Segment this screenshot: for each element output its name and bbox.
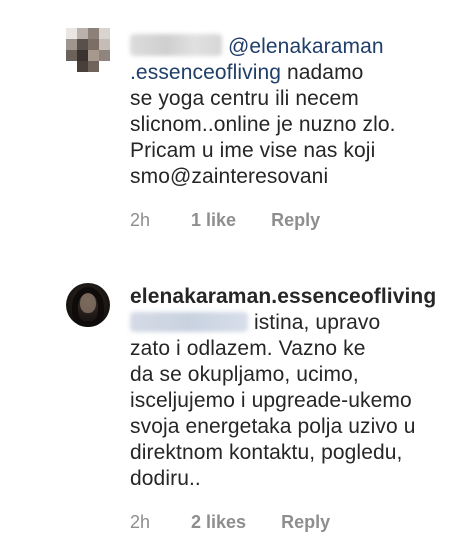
comment-timestamp: 2h: [130, 512, 151, 532]
comment-line: istina, upravo: [130, 310, 450, 336]
comment-line: Pricam u ime vise nas koji: [130, 139, 376, 162]
comment-line: .essenceofliving nadamo: [130, 60, 450, 86]
comment-line: se yoga centru ili necem: [130, 87, 359, 110]
likes-count-link[interactable]: 1 like: [191, 210, 236, 231]
comment-line: @elenakaraman: [130, 34, 450, 60]
comment-line: elenakaraman.essenceofliving: [130, 284, 450, 310]
comment-line: zato i odlazem. Vazno ke: [130, 337, 366, 360]
comment-text-fragment: istina, upravo: [253, 311, 381, 334]
comments-page: @elenakaraman .essenceofliving nadamo se…: [0, 0, 468, 553]
avatar-hair: [72, 287, 104, 327]
comment-text: @elenakaraman .essenceofliving nadamo se…: [130, 34, 450, 190]
comment-line: svoja energetaka polja uzivo u: [130, 415, 416, 438]
reply-button[interactable]: Reply: [271, 210, 320, 231]
comment-line: slicnom..online je nuzno zlo.: [130, 113, 396, 136]
comment-line: da se okupljamo, ucimo,: [130, 363, 359, 386]
blurred-username[interactable]: [130, 34, 222, 56]
comment-line: dodiru..: [130, 467, 201, 490]
comment-text: elenakaraman.essenceofliving istina, upr…: [130, 284, 450, 492]
blurred-mention[interactable]: [130, 312, 248, 332]
profile-photo-avatar-icon[interactable]: [66, 283, 110, 327]
comment-line: isceljujemo i upgreade-ukemo: [130, 389, 412, 412]
reply-button[interactable]: Reply: [281, 512, 330, 533]
mention-link[interactable]: @elenakaraman: [228, 35, 384, 58]
comment-line: direktnom kontaktu, pogledu,: [130, 441, 403, 464]
comment-line: smo@zainteresovani: [130, 165, 329, 188]
comment-text-fragment: nadamo: [281, 61, 364, 84]
comment-meta: 2h 1 like Reply: [130, 210, 320, 231]
comment-timestamp: 2h: [130, 210, 151, 230]
mention-link[interactable]: .essenceofliving: [130, 61, 281, 84]
user-avatar-pixelated-icon[interactable]: [66, 28, 110, 72]
comment-meta: 2h 2 likes Reply: [130, 512, 330, 533]
likes-count-link[interactable]: 2 likes: [191, 512, 246, 533]
comment-username[interactable]: elenakaraman.essenceofliving: [130, 285, 436, 308]
